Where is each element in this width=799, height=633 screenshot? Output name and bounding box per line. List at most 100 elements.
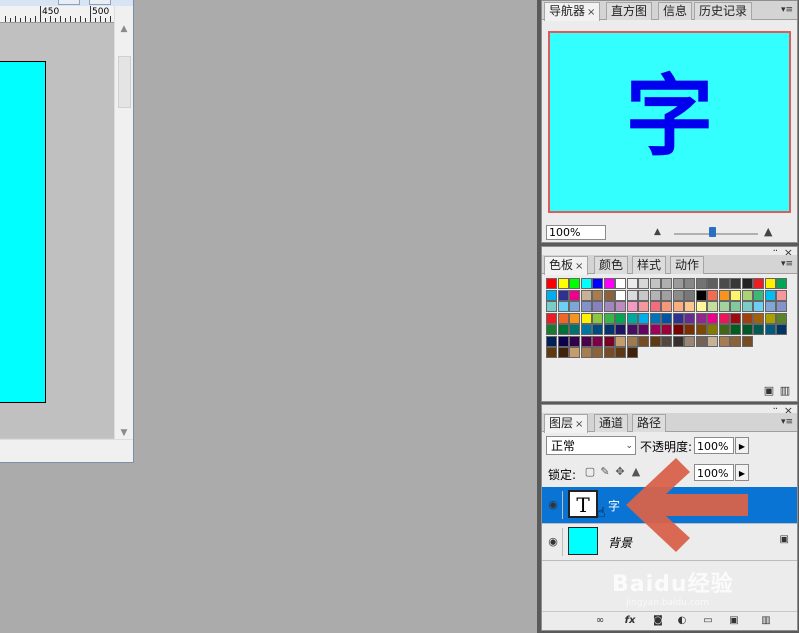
swatch[interactable] [764, 312, 776, 324]
swatch[interactable] [569, 278, 580, 289]
swatch[interactable] [707, 289, 718, 301]
swatch[interactable] [626, 324, 638, 335]
swatch[interactable] [695, 335, 707, 347]
swatch[interactable] [592, 289, 603, 301]
swatch[interactable] [569, 347, 580, 358]
zoom-input[interactable]: 100% [546, 225, 606, 240]
document-canvas[interactable] [0, 23, 114, 438]
swatch[interactable] [684, 289, 695, 301]
swatch[interactable] [741, 278, 753, 289]
swatch[interactable] [649, 278, 661, 289]
trash-icon[interactable]: ▥ [758, 614, 774, 628]
swatch[interactable] [638, 324, 649, 335]
swatch[interactable] [672, 301, 684, 312]
swatch[interactable] [661, 289, 672, 301]
swatch[interactable] [741, 301, 753, 312]
swatch[interactable] [592, 324, 603, 335]
swatch[interactable] [776, 324, 787, 335]
swatch[interactable] [707, 312, 718, 324]
scroll-up-icon[interactable]: ▲ [115, 22, 133, 36]
swatch[interactable] [557, 278, 569, 289]
swatch[interactable] [626, 289, 638, 301]
swatch[interactable] [580, 301, 592, 312]
swatch[interactable] [626, 312, 638, 324]
fx-icon[interactable]: fx [622, 614, 638, 628]
blend-mode-select[interactable]: 正常 ⌄ [546, 436, 636, 455]
vertical-scrollbar[interactable]: ▲ ▼ [114, 6, 133, 440]
lock-position-icon[interactable]: ✥ [614, 465, 626, 479]
horizontal-scrollbar[interactable] [0, 439, 133, 462]
zoom-slider[interactable] [674, 233, 758, 235]
swatch[interactable] [557, 289, 569, 301]
new-group-icon[interactable]: ▭ [700, 614, 716, 628]
swatch[interactable] [592, 278, 603, 289]
swatch[interactable] [730, 289, 741, 301]
swatch[interactable] [615, 278, 626, 289]
swatch[interactable] [672, 335, 684, 347]
tab-histogram[interactable]: 直方图 [606, 2, 653, 20]
opacity-arrow-icon[interactable]: ▶ [735, 437, 749, 454]
swatch[interactable] [730, 312, 741, 324]
tab-actions[interactable]: 动作 [670, 256, 705, 274]
swatch[interactable] [684, 324, 695, 335]
swatch[interactable] [661, 312, 672, 324]
swatch[interactable] [730, 278, 741, 289]
tab-channels[interactable]: 通道 [594, 414, 629, 432]
swatch[interactable] [684, 278, 695, 289]
swatch[interactable] [557, 324, 569, 335]
swatch[interactable] [603, 324, 615, 335]
navigator-preview[interactable]: 字 [548, 31, 791, 213]
swatch[interactable] [592, 312, 603, 324]
swatch[interactable] [638, 301, 649, 312]
swatch[interactable] [592, 301, 603, 312]
swatch[interactable] [707, 278, 718, 289]
new-swatch-icon[interactable]: ▣ [763, 385, 775, 397]
zoom-slider-knob[interactable] [709, 227, 716, 237]
swatch[interactable] [615, 301, 626, 312]
swatch[interactable] [615, 347, 626, 358]
swatch[interactable] [649, 301, 661, 312]
trash-icon[interactable]: ▥ [779, 385, 791, 397]
swatch[interactable] [649, 335, 661, 347]
swatch[interactable] [764, 278, 776, 289]
swatch[interactable] [569, 289, 580, 301]
tab-paths[interactable]: 路径 [632, 414, 667, 432]
swatch[interactable] [569, 312, 580, 324]
close-window-button[interactable] [89, 0, 111, 5]
panel-menu-icon[interactable]: ▾≡ [780, 258, 794, 270]
swatch[interactable] [753, 278, 764, 289]
eye-icon[interactable]: ◉ [544, 528, 563, 556]
swatch[interactable] [672, 312, 684, 324]
swatch[interactable] [741, 312, 753, 324]
swatch[interactable] [753, 312, 764, 324]
swatch[interactable] [580, 289, 592, 301]
swatch[interactable] [603, 347, 615, 358]
swatch[interactable] [638, 289, 649, 301]
swatch[interactable] [546, 289, 557, 301]
swatch[interactable] [603, 312, 615, 324]
swatch[interactable] [764, 301, 776, 312]
swatch[interactable] [718, 301, 730, 312]
swatch[interactable] [741, 289, 753, 301]
swatch[interactable] [661, 335, 672, 347]
tab-close-icon[interactable]: × [575, 419, 583, 430]
tab-styles[interactable]: 样式 [632, 256, 667, 274]
eye-icon[interactable]: ◉ [544, 491, 563, 519]
swatch[interactable] [557, 347, 569, 358]
swatch[interactable] [695, 301, 707, 312]
swatch[interactable] [546, 278, 557, 289]
swatch[interactable] [615, 289, 626, 301]
scroll-thumb[interactable] [118, 56, 131, 108]
opacity-input[interactable]: 100% [694, 437, 734, 454]
swatch[interactable] [626, 301, 638, 312]
swatch[interactable] [569, 324, 580, 335]
swatch[interactable] [557, 301, 569, 312]
swatch[interactable] [695, 289, 707, 301]
tab-navigator[interactable]: 导航器 × [544, 2, 601, 21]
swatch[interactable] [546, 312, 557, 324]
swatch[interactable] [580, 324, 592, 335]
swatch[interactable] [615, 335, 626, 347]
link-layers-icon[interactable]: ∞ [592, 614, 608, 628]
swatch[interactable] [603, 335, 615, 347]
swatch[interactable] [626, 347, 638, 358]
